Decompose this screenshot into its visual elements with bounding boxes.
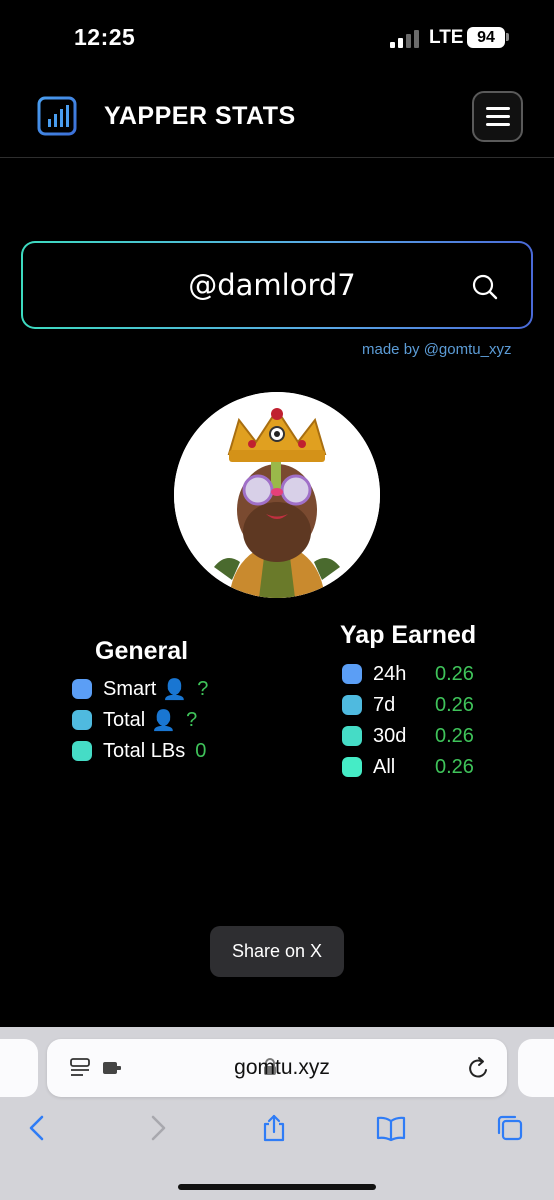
stat-value: 0.26	[435, 724, 474, 747]
stat-value: 0.26	[435, 693, 474, 716]
search-icon[interactable]	[471, 273, 499, 301]
yap-row-24h: 24h 0.26	[342, 662, 492, 686]
url-text: gomtu.xyz	[234, 1056, 330, 1079]
stat-label: All	[373, 755, 396, 778]
stat-label: 24h	[373, 662, 407, 685]
reload-icon[interactable]	[468, 1056, 490, 1080]
battery-icon: 94	[467, 27, 505, 48]
search-inner	[23, 243, 531, 327]
stat-dot	[342, 726, 362, 746]
app-title: YAPPER STATS	[104, 102, 296, 130]
bar-chart-icon[interactable]	[37, 96, 77, 136]
bookmarks-icon[interactable]	[376, 1113, 406, 1143]
url-bar[interactable]: gomtu.xyz	[47, 1039, 507, 1097]
share-icon[interactable]	[259, 1113, 289, 1143]
cellular-signal-icon	[390, 30, 420, 48]
next-tab-peek[interactable]	[518, 1039, 554, 1097]
tabs-icon[interactable]	[495, 1113, 525, 1143]
person-icon: 👤	[151, 709, 177, 732]
browser-toolbar: gomtu.xyz	[0, 1027, 554, 1200]
status-time: 12:25	[74, 24, 136, 50]
previous-tab-peek[interactable]	[0, 1039, 38, 1097]
stat-label: Total	[103, 708, 146, 731]
home-indicator[interactable]	[178, 1184, 376, 1190]
stat-label: 30d	[373, 724, 407, 747]
stat-dot	[72, 710, 92, 730]
search-input[interactable]	[23, 243, 531, 327]
general-row-total: Total 👤 ?	[72, 708, 197, 732]
person-icon: 👤	[162, 678, 188, 701]
stat-label: Smart	[103, 677, 157, 700]
stat-dot	[342, 757, 362, 777]
stat-value: ?	[186, 708, 198, 731]
made-by-credit[interactable]: made by @gomtu_xyz	[362, 341, 511, 358]
forward-icon[interactable]	[142, 1113, 172, 1143]
avatar	[174, 392, 380, 598]
stat-label: 7d	[373, 693, 396, 716]
stat-dot	[72, 679, 92, 699]
stat-dot	[72, 741, 92, 761]
status-bar: 12:25 LTE 94	[0, 0, 554, 76]
hamburger-menu-icon[interactable]	[472, 91, 523, 142]
app-header: YAPPER STATS	[0, 76, 554, 158]
avatar-character-image	[174, 392, 380, 598]
yap-row-7d: 7d 0.26	[342, 693, 492, 717]
stat-value: ?	[197, 677, 209, 700]
stat-dot	[342, 664, 362, 684]
back-icon[interactable]	[23, 1113, 53, 1143]
share-on-x-button[interactable]: Share on X	[210, 926, 344, 977]
general-row-smart: Smart 👤 ?	[72, 677, 208, 701]
yap-earned-heading: Yap Earned	[340, 621, 477, 649]
battery-tip	[506, 33, 509, 41]
stat-label: Total LBs	[103, 739, 186, 762]
stat-dot	[342, 695, 362, 715]
yap-row-all: All 0.26	[342, 755, 492, 779]
network-type: LTE	[429, 27, 464, 48]
stat-value: 0	[195, 739, 207, 762]
general-row-total-lbs: Total LBs 0	[72, 739, 206, 763]
stat-value: 0.26	[435, 662, 474, 685]
general-heading: General	[95, 637, 189, 665]
yap-row-30d: 30d 0.26	[342, 724, 492, 748]
stat-value: 0.26	[435, 755, 474, 778]
search-box	[21, 241, 533, 329]
